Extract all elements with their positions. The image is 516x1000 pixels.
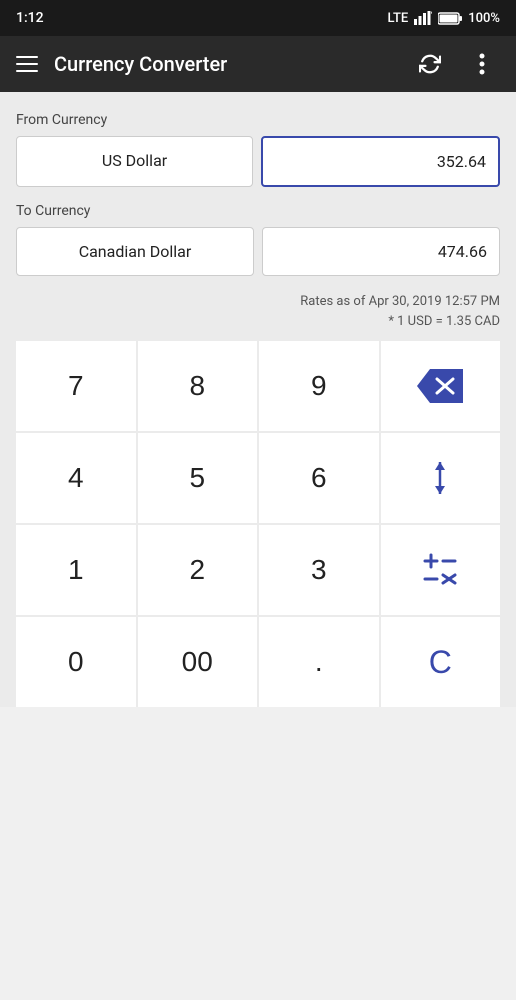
key-6[interactable]: 6	[259, 433, 379, 523]
app-bar: Currency Converter	[0, 36, 516, 92]
key-ops[interactable]	[381, 525, 501, 615]
key-3[interactable]: 3	[259, 525, 379, 615]
rates-info: Rates as of Apr 30, 2019 12:57 PM * 1 US…	[16, 292, 500, 331]
status-time: 1:12	[16, 10, 44, 26]
from-currency-section: From Currency US Dollar 352.64	[16, 112, 500, 187]
swap-icon	[425, 460, 455, 496]
key-4[interactable]: 4	[16, 433, 136, 523]
key-decimal[interactable]: .	[259, 617, 379, 707]
battery-icon	[438, 12, 462, 25]
to-currency-selector[interactable]: Canadian Dollar	[16, 227, 254, 276]
clear-label: C	[429, 644, 452, 681]
from-currency-row: US Dollar 352.64	[16, 136, 500, 187]
keypad: 7 8 9 4 5 6 1 2 3	[16, 341, 500, 707]
to-currency-section: To Currency Canadian Dollar 474.66	[16, 203, 500, 276]
key-clear[interactable]: C	[381, 617, 501, 707]
status-right: LTE 100%	[388, 11, 500, 26]
refresh-button[interactable]	[412, 46, 448, 82]
key-1[interactable]: 1	[16, 525, 136, 615]
backspace-icon	[417, 369, 463, 403]
from-currency-label: From Currency	[16, 112, 500, 128]
signal-icon	[414, 11, 432, 25]
main-content: From Currency US Dollar 352.64 To Curren…	[0, 92, 516, 707]
ops-icon	[421, 551, 459, 589]
from-currency-amount[interactable]: 352.64	[261, 136, 500, 187]
menu-button[interactable]	[16, 56, 38, 72]
key-2[interactable]: 2	[138, 525, 258, 615]
key-swap[interactable]	[381, 433, 501, 523]
battery-label: 100%	[468, 11, 500, 26]
key-backspace[interactable]	[381, 341, 501, 431]
from-currency-selector[interactable]: US Dollar	[16, 136, 253, 187]
status-bar: 1:12 LTE 100%	[0, 0, 516, 36]
to-currency-amount: 474.66	[262, 227, 500, 276]
to-currency-label: To Currency	[16, 203, 500, 219]
key-7[interactable]: 7	[16, 341, 136, 431]
key-0[interactable]: 0	[16, 617, 136, 707]
key-9[interactable]: 9	[259, 341, 379, 431]
more-button[interactable]	[464, 46, 500, 82]
key-5[interactable]: 5	[138, 433, 258, 523]
rates-line1: Rates as of Apr 30, 2019 12:57 PM	[16, 292, 500, 312]
key-8[interactable]: 8	[138, 341, 258, 431]
to-currency-row: Canadian Dollar 474.66	[16, 227, 500, 276]
signal-label: LTE	[388, 11, 409, 26]
rates-line2: * 1 USD = 1.35 CAD	[16, 312, 500, 332]
key-00[interactable]: 00	[138, 617, 258, 707]
app-title: Currency Converter	[54, 52, 396, 76]
